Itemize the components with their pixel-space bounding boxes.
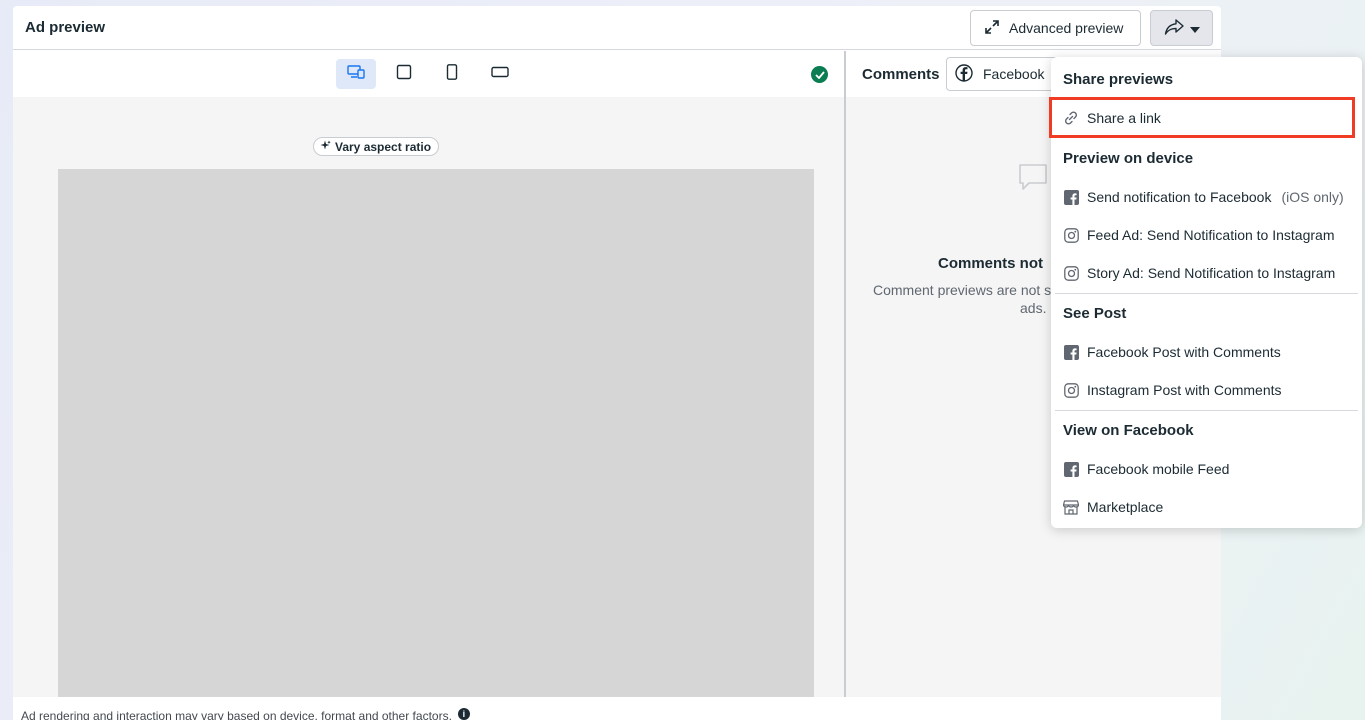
highlight-box [1049, 97, 1355, 138]
preview-on-device-heading: Preview on device [1063, 150, 1194, 167]
expand-icon [985, 19, 999, 37]
share-menu: Share previews Share a link Preview on d… [1049, 57, 1362, 528]
device-square-button[interactable] [384, 59, 424, 89]
device-toolbar [13, 51, 844, 97]
instagram-icon [1063, 382, 1079, 398]
comments-label: Comments [862, 66, 940, 83]
info-icon[interactable]: i [457, 708, 470, 720]
ios-only-note: (iOS only) [1281, 189, 1344, 205]
horizontal-rectangle-icon [491, 65, 509, 83]
panel-header: Ad preview Advanced preview [13, 6, 1221, 50]
send-notification-facebook-item[interactable]: Send notification to Facebook (iOS only) [1051, 178, 1362, 216]
device-vertical-button[interactable] [432, 59, 472, 89]
facebook-square-icon [1063, 344, 1079, 360]
platform-select-value: Facebook [983, 66, 1045, 82]
facebook-mobile-feed-label: Facebook mobile Feed [1087, 461, 1230, 477]
preview-area: Vary aspect ratio [13, 51, 844, 697]
share-previews-heading: Share previews [1063, 71, 1174, 88]
share-icon [1164, 18, 1184, 38]
menu-divider [1055, 410, 1358, 411]
preview-footer: Ad rendering and interaction may vary ba… [13, 697, 1221, 720]
facebook-icon [955, 63, 973, 85]
instagram-post-comments-item[interactable]: Instagram Post with Comments [1051, 371, 1362, 409]
vertical-rectangle-icon [446, 63, 458, 85]
devices-icon [347, 64, 365, 84]
feed-ad-instagram-label: Feed Ad: Send Notification to Instagram [1087, 227, 1335, 243]
menu-divider [1055, 293, 1358, 294]
device-horizontal-button[interactable] [480, 59, 520, 89]
footer-disclaimer: Ad rendering and interaction may vary ba… [21, 709, 452, 720]
ad-preview-panel: Ad preview Advanced preview Vary aspect … [13, 6, 1221, 720]
facebook-square-icon [1063, 461, 1079, 477]
comments-empty-text-continued: ads. [1020, 300, 1047, 316]
chevron-down-icon [1189, 20, 1200, 36]
ad-preview-canvas [58, 169, 814, 697]
facebook-square-icon [1063, 189, 1079, 205]
vary-aspect-ratio-label: Vary aspect ratio [335, 139, 432, 154]
story-ad-instagram-label: Story Ad: Send Notification to Instagram [1087, 265, 1336, 281]
marketplace-label: Marketplace [1087, 499, 1164, 515]
device-responsive-button[interactable] [336, 59, 376, 89]
instagram-post-comments-label: Instagram Post with Comments [1087, 382, 1282, 398]
send-notification-facebook-label: Send notification to Facebook [1087, 189, 1272, 205]
instagram-icon [1063, 227, 1079, 243]
comments-empty-title: Comments not [938, 255, 1043, 272]
vary-aspect-ratio-button[interactable]: Vary aspect ratio [313, 137, 440, 156]
facebook-mobile-feed-item[interactable]: Facebook mobile Feed [1051, 450, 1362, 488]
story-ad-instagram-item[interactable]: Story Ad: Send Notification to Instagram [1051, 254, 1362, 292]
advanced-preview-label: Advanced preview [1009, 20, 1124, 36]
advanced-preview-button[interactable]: Advanced preview [970, 10, 1141, 46]
square-icon [396, 64, 412, 85]
sparkle-icon [320, 140, 331, 154]
marketplace-item[interactable]: Marketplace [1051, 488, 1362, 526]
share-dropdown-button[interactable] [1150, 10, 1213, 46]
see-post-heading: See Post [1063, 305, 1127, 322]
facebook-post-comments-item[interactable]: Facebook Post with Comments [1051, 333, 1362, 371]
view-on-facebook-heading: View on Facebook [1063, 422, 1194, 439]
feed-ad-instagram-item[interactable]: Feed Ad: Send Notification to Instagram [1051, 216, 1362, 254]
storefront-icon [1063, 499, 1079, 515]
facebook-post-comments-label: Facebook Post with Comments [1087, 344, 1281, 360]
comment-bubble-icon [1017, 161, 1049, 198]
check-circle-icon [811, 66, 828, 83]
instagram-icon [1063, 265, 1079, 281]
page-title: Ad preview [25, 19, 106, 36]
